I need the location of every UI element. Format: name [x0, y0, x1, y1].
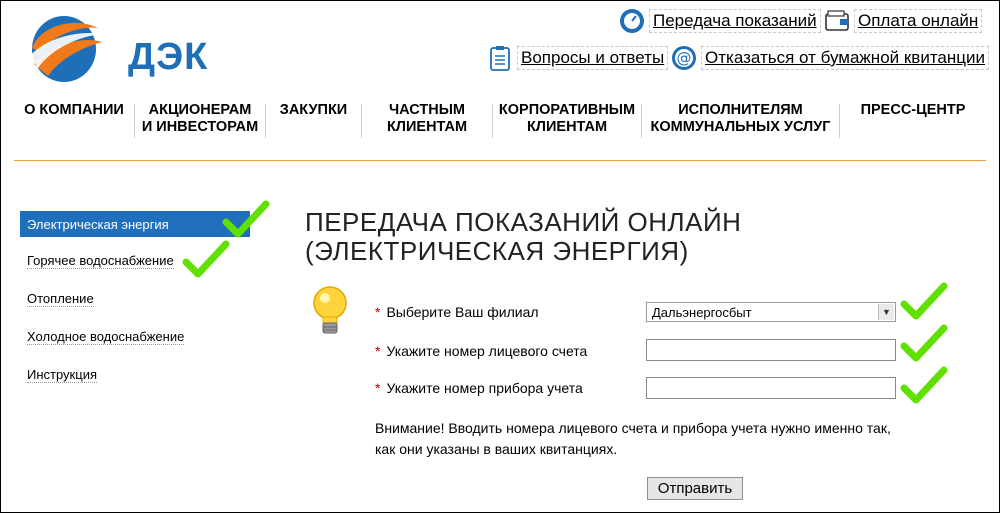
branch-select[interactable]: Дальэнергосбыт ▼	[646, 302, 896, 322]
nav-procurement[interactable]: Закупки	[266, 100, 361, 121]
sidebar-item-electricity[interactable]: Электрическая энергия	[20, 211, 250, 237]
nav-about[interactable]: О компании	[14, 100, 134, 121]
clipboard-icon	[490, 46, 510, 71]
required-mark: *	[375, 304, 381, 320]
submit-button[interactable]: Отправить	[647, 477, 743, 500]
gauge-icon	[620, 9, 644, 33]
logo-text: ДЭК	[128, 36, 209, 78]
branch-label: * Выберите Ваш филиал	[375, 304, 539, 320]
nav-private-clients[interactable]: Частным клиентам	[362, 100, 492, 138]
faq-link[interactable]: Вопросы и ответы	[487, 45, 669, 71]
sidebar-item-cold-water[interactable]: Холодное водоснабжение	[20, 323, 250, 351]
nav-utility-providers[interactable]: Исполнителям коммунальных услуг	[642, 100, 839, 138]
meter-readings-link[interactable]: Передача показаний	[619, 8, 821, 34]
company-logo[interactable]: ДЭК	[26, 12, 207, 84]
checkmark-icon	[900, 282, 948, 320]
nav-shareholders[interactable]: Акционерам и инвесторам	[135, 100, 265, 138]
sidebar-item-heating[interactable]: Отопление	[20, 285, 250, 313]
required-mark: *	[375, 380, 381, 396]
logo-globe-icon	[30, 16, 102, 82]
chevron-down-icon[interactable]: ▼	[878, 304, 894, 320]
required-mark: *	[375, 343, 381, 359]
meter-label: * Укажите номер прибора учета	[375, 380, 583, 396]
lightbulb-icon	[313, 286, 347, 334]
meter-number-input[interactable]	[646, 377, 896, 399]
refuse-paper-receipt-link[interactable]: @ Отказаться от бумажной квитанции	[671, 45, 990, 71]
account-label: * Укажите номер лицевого счета	[375, 343, 588, 359]
checkmark-icon	[900, 366, 948, 404]
at-sign-icon: @	[672, 46, 696, 70]
pay-online-link[interactable]: Оплата онлайн	[824, 8, 983, 34]
checkmark-icon	[900, 324, 948, 362]
page-title: Передача показаний онлайн (электрическая…	[305, 207, 742, 266]
account-number-input[interactable]	[646, 339, 896, 361]
wallet-icon	[825, 10, 849, 31]
notice-text: Внимание! Вводить номера лицевого счета …	[375, 420, 891, 457]
main-nav: О компании Акционерам и инвесторам Закуп…	[14, 100, 986, 150]
nav-press-center[interactable]: Пресс-центр	[840, 100, 986, 121]
nav-corporate-clients[interactable]: Корпоративным клиентам	[493, 100, 641, 138]
checkmark-icon	[182, 240, 230, 278]
checkmark-icon	[222, 200, 270, 238]
header-divider	[14, 160, 986, 161]
sidebar-item-instructions[interactable]: Инструкция	[20, 361, 250, 389]
svg-text:@: @	[677, 49, 692, 67]
